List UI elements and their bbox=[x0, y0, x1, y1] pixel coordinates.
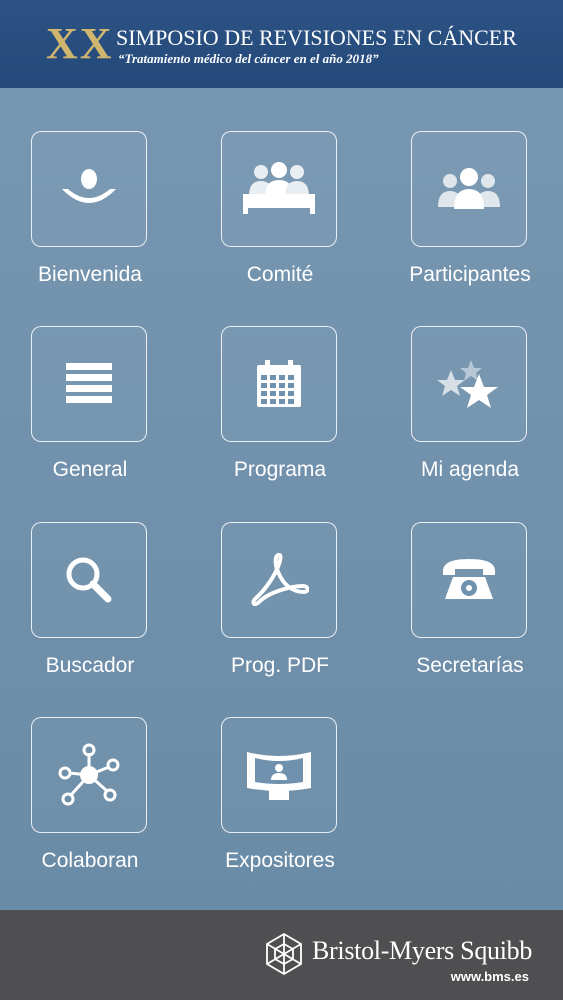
menu-label: Mi agenda bbox=[420, 458, 520, 481]
sponsor-name: Bristol-Myers Squibb bbox=[312, 936, 533, 965]
menu-tile-box[interactable] bbox=[221, 326, 337, 442]
menu-tile-box[interactable] bbox=[411, 131, 527, 247]
menu-label: Colaboran bbox=[41, 849, 139, 872]
sponsor-url[interactable]: www.bms.es bbox=[451, 969, 529, 984]
network-icon bbox=[58, 743, 120, 806]
menu-item-secretarias[interactable]: Secretarías bbox=[391, 522, 549, 712]
menu-item-participantes[interactable]: Participantes bbox=[391, 131, 549, 321]
menu-tile-box[interactable] bbox=[221, 131, 337, 247]
menu-tile-box[interactable] bbox=[221, 717, 337, 833]
menu-label: Comité bbox=[246, 263, 314, 286]
exhibitor-icon bbox=[247, 752, 311, 800]
menu-tile-box[interactable] bbox=[221, 522, 337, 638]
telephone-icon bbox=[443, 559, 495, 599]
menu-label: Participantes bbox=[409, 263, 531, 286]
menu-item-general[interactable]: General bbox=[11, 326, 169, 516]
menu-item-mi-agenda[interactable]: Mi agenda bbox=[391, 326, 549, 516]
menu-item-programa[interactable]: Programa bbox=[201, 326, 359, 516]
menu-item-bienvenida[interactable]: Bienvenida bbox=[11, 131, 169, 321]
list-icon bbox=[66, 363, 112, 403]
menu-label: Bienvenida bbox=[38, 263, 142, 286]
search-icon bbox=[66, 557, 112, 603]
menu-item-prog-pdf[interactable]: Prog. PDF bbox=[201, 522, 359, 712]
stars-icon bbox=[437, 360, 498, 408]
event-title: SIMPOSIO DE REVISIONES EN CÁNCER bbox=[116, 25, 517, 50]
menu-label: Expositores bbox=[225, 849, 335, 872]
menu-item-colaboran[interactable]: Colaboran bbox=[11, 717, 169, 907]
bms-logo-icon bbox=[266, 932, 302, 976]
committee-icon bbox=[243, 162, 315, 214]
pdf-icon bbox=[251, 553, 309, 607]
menu-label: Prog. PDF bbox=[230, 654, 330, 677]
menu-item-comite[interactable]: Comité bbox=[201, 131, 359, 321]
menu-tile-box[interactable] bbox=[411, 326, 527, 442]
menu-grid: Bienvenida Comité Participantes General … bbox=[0, 88, 563, 910]
participants-icon bbox=[438, 168, 500, 209]
menu-label: Programa bbox=[233, 458, 327, 481]
edition-number: XX bbox=[46, 19, 114, 68]
menu-label: Secretarías bbox=[416, 654, 524, 677]
calendar-icon bbox=[257, 360, 301, 407]
menu-item-buscador[interactable]: Buscador bbox=[11, 522, 169, 712]
menu-label: Buscador bbox=[45, 654, 135, 677]
menu-tile-box[interactable] bbox=[31, 522, 147, 638]
menu-label: General bbox=[52, 458, 128, 481]
menu-tile-box[interactable] bbox=[411, 522, 527, 638]
app-header: XX SIMPOSIO DE REVISIONES EN CÁNCER “Tra… bbox=[0, 0, 563, 88]
menu-tile-box[interactable] bbox=[31, 326, 147, 442]
menu-tile-box[interactable] bbox=[31, 131, 147, 247]
welcome-icon bbox=[62, 169, 116, 203]
event-subtitle: “Tratamiento médico del cáncer en el año… bbox=[118, 51, 379, 66]
menu-tile-box[interactable] bbox=[31, 717, 147, 833]
menu-item-expositores[interactable]: Expositores bbox=[201, 717, 359, 907]
